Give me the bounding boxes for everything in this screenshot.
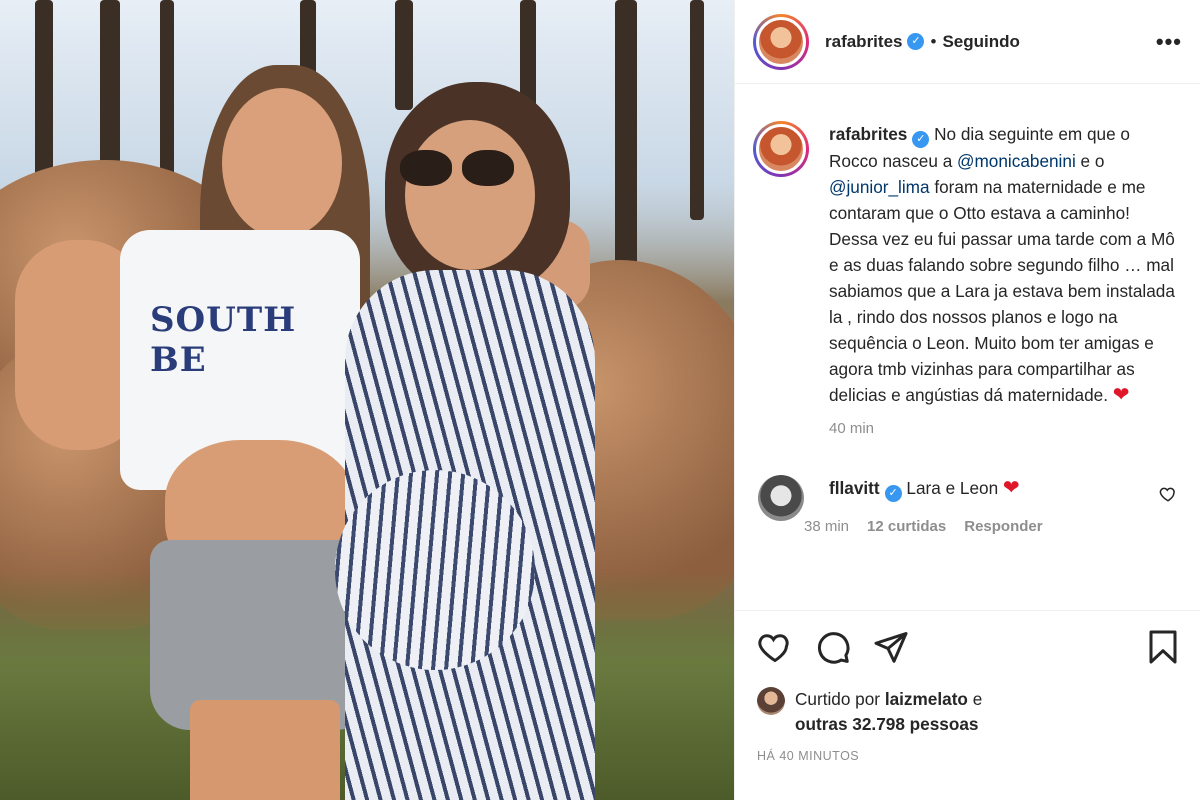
post-viewer: SOUTH BE rafabrites ✓ • Seguindo ••• raf… — [0, 0, 1200, 800]
comment-timestamp[interactable]: 38 min — [804, 518, 849, 535]
liker-avatar[interactable] — [757, 687, 785, 715]
comment-bubble-icon[interactable] — [815, 629, 851, 665]
comments-section: rafabrites ✓ No dia seguinte em que o Roc… — [735, 85, 1200, 610]
likes-conj: e — [967, 689, 983, 709]
caption-username[interactable]: rafabrites — [829, 124, 907, 144]
comment-item: fllavitt ✓ Lara e Leon ❤ 38 min 12 curtid… — [753, 475, 1183, 535]
comment-likes-count[interactable]: 12 curtidas — [867, 518, 946, 535]
likes-prefix: Curtido por — [795, 689, 885, 709]
tree — [690, 0, 704, 220]
woman-left-legs — [190, 700, 340, 800]
mention-link[interactable]: @junior_lima — [829, 177, 930, 197]
likes-count-link[interactable]: outras 32.798 pessoas — [795, 714, 978, 734]
more-options-icon[interactable]: ••• — [1156, 29, 1182, 55]
reply-button[interactable]: Responder — [964, 518, 1042, 535]
likes-summary: Curtido por laizmelato e outras 32.798 p… — [757, 687, 1181, 737]
tree — [395, 0, 413, 110]
caption-segment: foram na maternidade e me contaram que o… — [829, 177, 1175, 405]
following-button[interactable]: Seguindo — [942, 32, 1019, 52]
action-icons-row — [757, 627, 1181, 667]
verified-badge-icon: ✓ — [884, 485, 902, 502]
verified-badge-icon: ✓ — [912, 131, 930, 148]
mention-link[interactable]: @monicabenini — [957, 151, 1076, 171]
likes-text: Curtido por laizmelato e outras 32.798 p… — [795, 687, 982, 737]
post-age[interactable]: HÁ 40 MINUTOS — [757, 749, 1181, 763]
caption-avatar[interactable] — [753, 121, 809, 177]
red-heart-emoji: ❤ — [1002, 477, 1020, 499]
shirt-print: SOUTH BE — [150, 300, 297, 380]
caption-segment: e o — [1075, 151, 1105, 171]
post-header: rafabrites ✓ • Seguindo ••• — [735, 0, 1200, 84]
liker-username[interactable]: laizmelato — [885, 689, 968, 709]
woman-left-face — [222, 88, 342, 238]
verified-badge-icon: ✓ — [907, 33, 925, 50]
post-actions: Curtido por laizmelato e outras 32.798 p… — [735, 610, 1200, 763]
comment-content: Lara e Leon — [901, 478, 1003, 498]
like-heart-icon[interactable] — [757, 629, 793, 665]
post-caption: rafabrites ✓ No dia seguinte em que o Roc… — [753, 121, 1183, 408]
save-bookmark-icon[interactable] — [1145, 629, 1181, 665]
sunglasses — [400, 150, 518, 190]
red-heart-emoji: ❤ — [1112, 384, 1130, 406]
share-send-icon[interactable] — [873, 629, 909, 665]
author-username[interactable]: rafabrites — [825, 32, 902, 52]
separator-dot: • — [930, 31, 937, 51]
comment-like-heart-icon[interactable] — [1159, 485, 1177, 503]
woman-right-belly — [335, 470, 535, 670]
post-side-panel: rafabrites ✓ • Seguindo ••• rafabrites ✓ … — [734, 0, 1200, 800]
tree — [615, 0, 637, 280]
caption-timestamp[interactable]: 40 min — [829, 420, 1183, 437]
commenter-username[interactable]: fllavitt — [829, 478, 880, 498]
comment-text: fllavitt ✓ Lara e Leon ❤ — [829, 475, 1043, 502]
comment-meta: 38 min 12 curtidas Responder — [804, 518, 1043, 535]
woman-right-face — [405, 120, 535, 270]
post-photo[interactable]: SOUTH BE — [0, 0, 734, 800]
commenter-avatar[interactable] — [758, 475, 804, 521]
author-avatar[interactable] — [753, 13, 809, 70]
caption-text: rafabrites ✓ No dia seguinte em que o Roc… — [829, 121, 1183, 408]
